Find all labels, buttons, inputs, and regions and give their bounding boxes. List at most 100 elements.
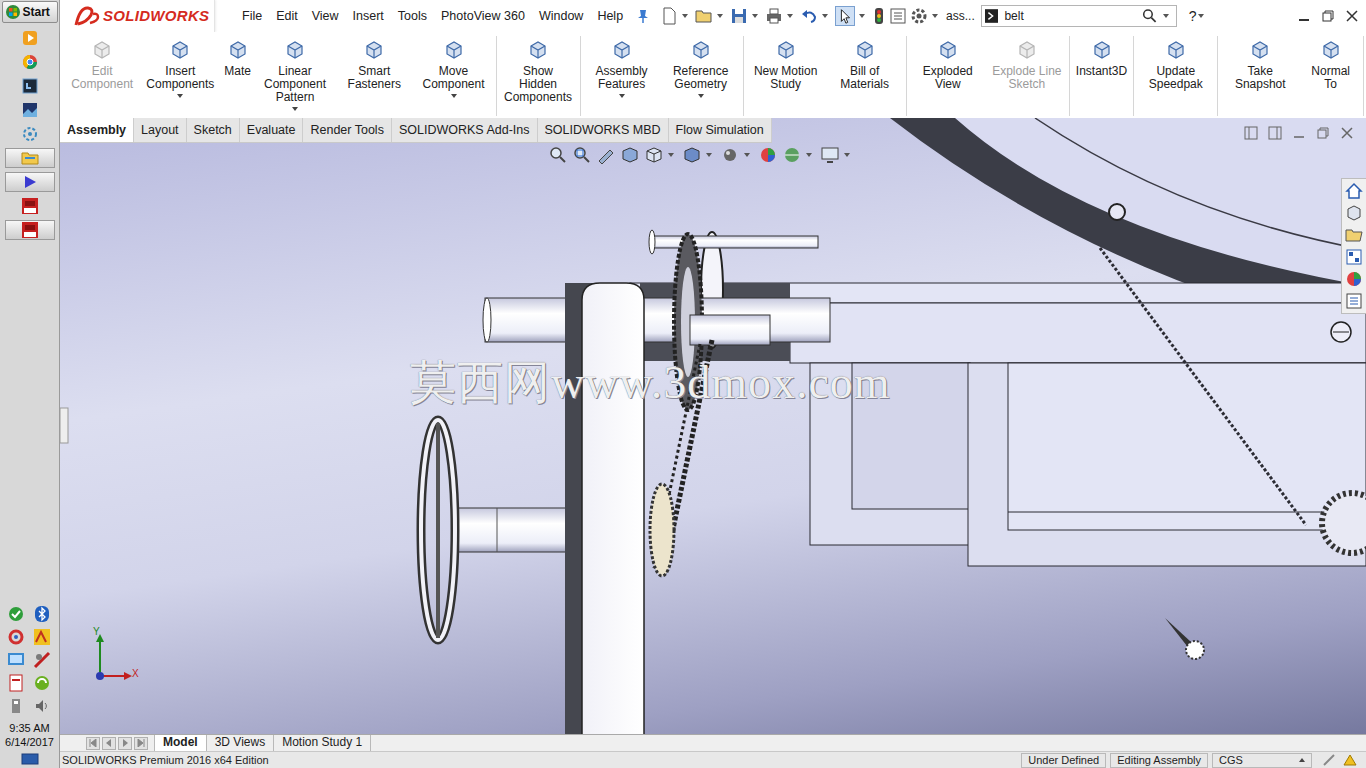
close-icon[interactable]	[1346, 10, 1358, 22]
bluetooth-icon[interactable]	[33, 605, 51, 623]
command-button[interactable]: Bill of Materials	[826, 36, 904, 116]
volume-icon[interactable]	[33, 697, 51, 715]
solidworks-logo[interactable]: SOLIDWORKS	[60, 0, 215, 32]
first-tab-button[interactable]	[86, 737, 100, 750]
network-tool-icon[interactable]	[33, 651, 51, 669]
clock[interactable]: 9:35 AM 6/14/2017	[5, 721, 54, 749]
command-button[interactable]: New Motion Study	[746, 36, 826, 116]
file-explorer-icon[interactable]	[1344, 225, 1364, 245]
taskbar-app[interactable]	[5, 124, 55, 144]
command-button[interactable]: Move Component	[414, 36, 494, 116]
status-field[interactable]: CGS	[1212, 753, 1312, 768]
usb-icon[interactable]	[7, 697, 25, 715]
start-button[interactable]: Start	[2, 1, 58, 23]
bottom-tab[interactable]: 3D Views	[207, 735, 274, 751]
save-icon[interactable]	[730, 7, 748, 25]
open-folder-icon[interactable]	[695, 7, 713, 25]
split-right-icon[interactable]	[1268, 126, 1282, 140]
unit-menu-arrow-icon[interactable]	[1299, 758, 1305, 762]
menu-item[interactable]: View	[305, 7, 346, 26]
command-button[interactable]: Instant3D	[1072, 36, 1131, 116]
restore-icon[interactable]	[1316, 126, 1330, 140]
taskbar-app[interactable]	[5, 100, 55, 120]
split-left-icon[interactable]	[1244, 126, 1258, 140]
command-button[interactable]: Show Hidden Components	[499, 36, 578, 116]
command-button[interactable]: Reference Geometry	[661, 36, 741, 116]
assembly-model[interactable]	[60, 118, 1366, 734]
dynamic-annotation-icon[interactable]	[644, 145, 664, 165]
show-desktop-icon[interactable]	[21, 753, 39, 765]
taskbar-app[interactable]	[5, 52, 55, 72]
zoom-area-icon[interactable]	[572, 145, 592, 165]
home-icon[interactable]	[1344, 181, 1364, 201]
appearance-icon[interactable]	[758, 145, 778, 165]
new-document-icon[interactable]	[660, 7, 678, 25]
rebuild-icon[interactable]	[872, 7, 886, 25]
command-tab[interactable]: SOLIDWORKS Add-Ins	[392, 118, 538, 142]
command-tab[interactable]: Evaluate	[240, 118, 304, 142]
command-button[interactable]: Assembly Features	[583, 36, 661, 116]
undo-icon[interactable]	[800, 7, 818, 25]
display-style-icon[interactable]	[720, 145, 740, 165]
restore-icon[interactable]	[1322, 10, 1334, 22]
minimize-icon[interactable]	[1292, 126, 1306, 140]
taskbar-app[interactable]	[5, 28, 55, 48]
file-properties-icon[interactable]	[889, 7, 907, 25]
close-icon[interactable]	[1340, 126, 1354, 140]
notification-icon[interactable]	[1342, 753, 1358, 767]
minimize-icon[interactable]	[1298, 10, 1310, 22]
appearances-icon[interactable]	[1344, 269, 1364, 289]
command-tab[interactable]: Assembly	[60, 118, 134, 142]
command-button[interactable]: Normal To	[1300, 36, 1361, 116]
command-button[interactable]: Smart Fasteners	[335, 36, 413, 116]
next-tab-button[interactable]	[118, 737, 132, 750]
command-button[interactable]: Linear Component Pattern	[255, 36, 335, 116]
bottom-tab[interactable]: Model	[154, 735, 207, 751]
menu-item[interactable]: Edit	[269, 7, 305, 26]
command-button[interactable]: Exploded View	[909, 36, 987, 116]
options-gear-icon[interactable]	[910, 7, 928, 25]
print-icon[interactable]	[765, 7, 783, 25]
previous-tab-button[interactable]	[102, 737, 116, 750]
command-tab[interactable]: Render Tools	[303, 118, 391, 142]
menu-item[interactable]: Tools	[391, 7, 434, 26]
zoom-to-fit-icon[interactable]	[548, 145, 568, 165]
command-button[interactable]: Take Snapshot	[1220, 36, 1300, 116]
dropdown-arrow-icon[interactable]	[698, 94, 704, 98]
update-icon[interactable]	[33, 674, 51, 692]
menu-item[interactable]: Window	[532, 7, 590, 26]
taskbar-app[interactable]	[5, 196, 55, 216]
design-library-icon[interactable]	[1344, 203, 1364, 223]
pin-icon[interactable]	[636, 8, 650, 24]
command-button[interactable]: Mate	[220, 36, 255, 116]
customize-icon[interactable]	[1322, 753, 1336, 767]
custom-properties-icon[interactable]	[1344, 291, 1364, 311]
command-tab[interactable]: Flow Simulation	[669, 118, 772, 142]
dropdown-arrow-icon[interactable]	[619, 94, 625, 98]
search-magnifier-icon[interactable]	[1142, 7, 1157, 25]
search-box[interactable]	[981, 5, 1177, 27]
bottom-tab[interactable]: Motion Study 1	[274, 735, 371, 751]
view-orientation-icon[interactable]	[682, 145, 702, 165]
select-arrow-icon[interactable]	[835, 6, 855, 26]
sync-icon[interactable]	[7, 628, 25, 646]
search-input[interactable]	[1002, 7, 1138, 25]
command-button[interactable]: Insert Components	[140, 36, 220, 116]
graphics-area[interactable]: AssemblyLayoutSketchEvaluateRender Tools…	[60, 118, 1366, 734]
last-tab-button[interactable]	[134, 737, 148, 750]
view-settings-icon[interactable]	[820, 145, 840, 165]
taskbar-app[interactable]	[5, 220, 55, 240]
monitor-app-icon[interactable]	[7, 651, 25, 669]
command-tab[interactable]: Layout	[134, 118, 187, 142]
taskbar-app[interactable]	[5, 172, 55, 192]
command-button[interactable]: Update Speedpak	[1136, 36, 1215, 116]
menu-item[interactable]: File	[235, 7, 269, 26]
command-tab[interactable]: SOLIDWORKS MBD	[538, 118, 669, 142]
chart-app-icon[interactable]	[33, 628, 51, 646]
command-tab[interactable]: Sketch	[187, 118, 240, 142]
menu-item[interactable]: Insert	[346, 7, 391, 26]
view-palette-icon[interactable]	[1344, 247, 1364, 267]
previous-view-icon[interactable]	[596, 145, 616, 165]
dropdown-arrow-icon[interactable]	[292, 107, 298, 111]
section-view-icon[interactable]	[620, 145, 640, 165]
